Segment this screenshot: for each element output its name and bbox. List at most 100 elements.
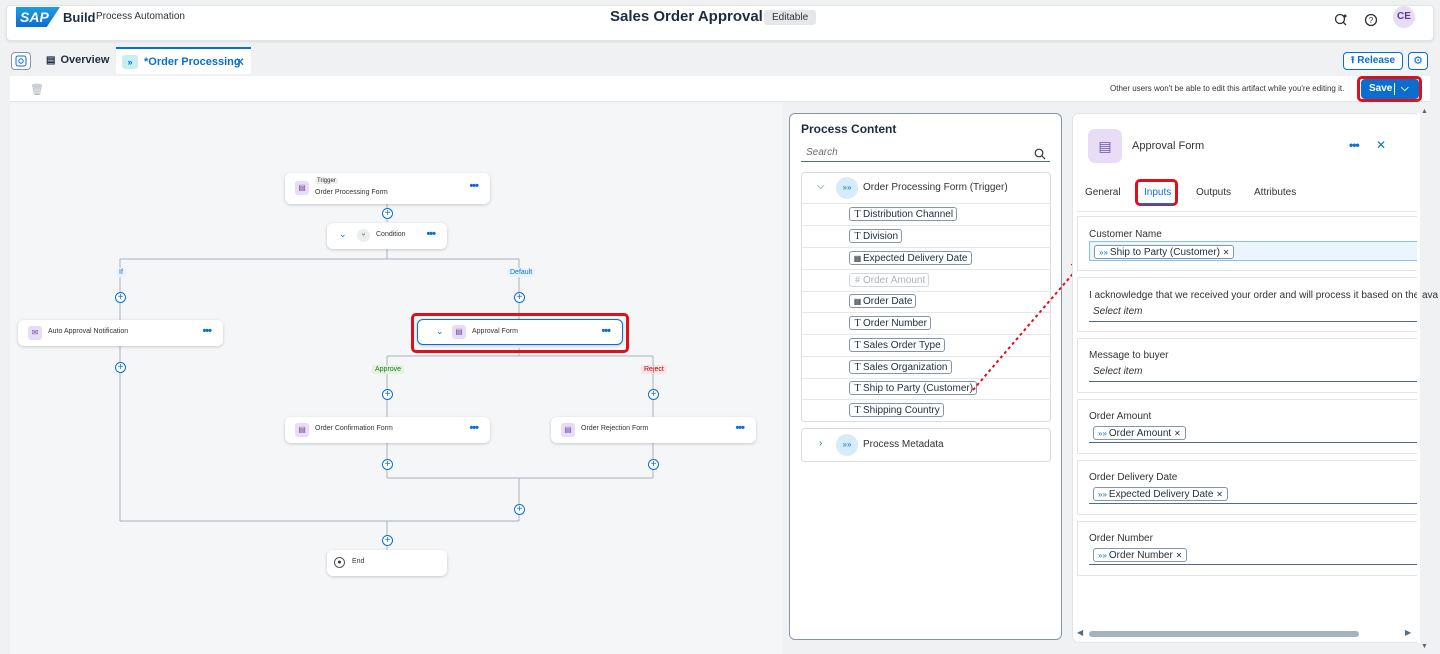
settings-gear-icon[interactable]: ⚙	[1408, 52, 1428, 70]
condition-label: Condition	[376, 231, 406, 238]
save-label: Save	[1369, 83, 1393, 94]
message-field[interactable]: Select item	[1089, 362, 1420, 382]
text-type-icon: T	[854, 383, 861, 394]
remove-token-icon[interactable]: ✕	[1216, 490, 1223, 499]
more-icon[interactable]: •••	[735, 422, 745, 434]
input-section-order-number: Order Number »» Order Number ✕	[1077, 521, 1420, 576]
more-icon[interactable]: •••	[469, 422, 479, 434]
input-label: Order Amount	[1089, 411, 1152, 422]
process-icon: »»	[1098, 490, 1107, 499]
chevron-down-icon[interactable]: ⌵	[1401, 79, 1409, 99]
mapped-token[interactable]: »» Order Number ✕	[1093, 548, 1188, 562]
tab-general[interactable]: General	[1085, 187, 1121, 198]
field-chip[interactable]: T Sales Order Type	[849, 338, 945, 352]
add-step-button[interactable]: +	[648, 459, 659, 470]
order-rejection-node[interactable]: ▤ Order Rejection Form •••	[551, 417, 756, 443]
input-section-order-amount: Order Amount »» Order Amount ✕	[1077, 399, 1420, 454]
field-chip[interactable]: T Shipping Country	[849, 403, 944, 417]
more-icon[interactable]: •••	[426, 228, 436, 240]
more-icon[interactable]: •••	[1349, 138, 1360, 152]
more-icon[interactable]: •••	[601, 325, 611, 337]
input-section-customer-name: Customer Name »» Ship to Party (Customer)…	[1077, 216, 1420, 271]
order-number-field[interactable]: »» Order Number ✕	[1089, 545, 1420, 565]
field-chip[interactable]: T Ship to Party (Customer)	[849, 381, 978, 395]
order-amount-field[interactable]: »» Order Amount ✕	[1089, 423, 1420, 443]
chevron-down-icon[interactable]: ⌵	[817, 181, 825, 192]
auto-approval-node[interactable]: ✉ Auto Approval Notification •••	[18, 320, 223, 346]
list-item[interactable]: T Shipping Country	[801, 400, 1051, 422]
select-placeholder: Select item	[1093, 306, 1143, 317]
condition-node[interactable]: ⌄ ⑂ Condition •••	[327, 223, 447, 249]
more-icon[interactable]: •••	[202, 325, 212, 337]
acknowledge-field[interactable]: Select item	[1089, 302, 1420, 322]
field-label: Shipping Country	[863, 405, 940, 416]
field-chip[interactable]: T Sales Organization	[849, 360, 952, 374]
end-node[interactable]: ● End	[327, 550, 447, 576]
field-chip[interactable]: T Order Number	[849, 316, 931, 330]
field-label: Order Date	[863, 296, 913, 307]
search-input[interactable]: Search	[801, 144, 1050, 162]
save-button[interactable]: Save ⌵	[1361, 79, 1419, 99]
more-icon[interactable]: •••	[469, 180, 479, 192]
add-step-button[interactable]: +	[382, 208, 393, 219]
calendar-icon: ▦	[853, 254, 862, 263]
scroll-left-icon[interactable]: ◀	[1077, 628, 1083, 637]
scroll-right-icon[interactable]: ▶	[1405, 628, 1411, 637]
field-chip[interactable]: ▦ Expected Delivery Date	[849, 251, 972, 265]
add-step-button[interactable]: +	[648, 389, 659, 400]
mapped-token[interactable]: »» Ship to Party (Customer) ✕	[1094, 245, 1235, 259]
details-title: Approval Form	[1132, 140, 1205, 152]
input-section-message: Message to buyer Select item	[1077, 338, 1420, 393]
reject-branch-label: Reject	[641, 365, 667, 374]
customer-name-field[interactable]: »» Ship to Party (Customer) ✕	[1089, 241, 1420, 261]
input-label: I acknowledge that we received your orde…	[1089, 290, 1439, 301]
chevron-down-icon[interactable]: ⌄	[436, 326, 444, 337]
scroll-up-icon[interactable]: ▲	[1421, 108, 1428, 115]
field-chip[interactable]: ▦ Order Date	[849, 294, 917, 308]
order-confirmation-node[interactable]: ▤ Order Confirmation Form •••	[285, 417, 490, 443]
delivery-date-field[interactable]: »» Expected Delivery Date ✕	[1089, 484, 1420, 504]
trigger-node[interactable]: ▤ Trigger Order Processing Form •••	[285, 173, 490, 204]
approval-form-node[interactable]: ⌄ ▤ Approval Form •••	[417, 319, 623, 345]
input-label: Order Number	[1089, 533, 1153, 544]
add-step-button[interactable]: +	[115, 292, 126, 303]
tab-inputs[interactable]: Inputs	[1144, 187, 1171, 198]
add-step-button[interactable]: +	[115, 362, 126, 373]
search-icon[interactable]	[1034, 147, 1046, 165]
field-chip[interactable]: T Distribution Channel	[849, 207, 958, 221]
field-label: Sales Order Type	[863, 340, 941, 351]
horizontal-scrollbar[interactable]: ◀ ▶	[1077, 628, 1415, 639]
add-step-button[interactable]: +	[382, 459, 393, 470]
remove-token-icon[interactable]: ✕	[1176, 551, 1183, 560]
release-button[interactable]: ⭱ Release	[1343, 52, 1403, 70]
mapped-token[interactable]: »» Order Amount ✕	[1093, 426, 1186, 440]
process-icon: »»	[836, 434, 858, 456]
avatar[interactable]: CE	[1393, 6, 1415, 28]
input-section-delivery-date: Order Delivery Date »» Expected Delivery …	[1077, 460, 1420, 515]
token-label: Order Number	[1108, 550, 1173, 561]
remove-token-icon[interactable]: ✕	[1223, 248, 1230, 257]
list-item[interactable]: T Distribution Channel	[801, 204, 1051, 226]
add-step-button[interactable]: +	[382, 535, 393, 546]
token-label: Ship to Party (Customer)	[1109, 247, 1220, 258]
scroll-down-icon[interactable]: ▼	[1421, 643, 1428, 650]
tab-outputs[interactable]: Outputs	[1196, 187, 1231, 198]
help-icon[interactable]: ?	[1362, 13, 1380, 31]
token-label: Order Amount	[1108, 428, 1172, 439]
chevron-down-icon[interactable]: ⌄	[339, 229, 347, 240]
scroll-thumb[interactable]	[1089, 631, 1359, 637]
chevron-right-icon[interactable]: ›	[819, 438, 822, 449]
field-chip[interactable]: T Division	[849, 229, 903, 243]
add-step-button[interactable]: +	[382, 389, 393, 400]
list-item[interactable]: T Division	[801, 226, 1051, 248]
tab-attributes[interactable]: Attributes	[1254, 187, 1296, 198]
remove-token-icon[interactable]: ✕	[1174, 429, 1181, 438]
metadata-group-label: Process Metadata	[863, 439, 944, 450]
joule-icon[interactable]	[1332, 13, 1350, 31]
close-icon[interactable]: ✕	[1376, 138, 1386, 152]
field-label: Expected Delivery Date	[863, 253, 968, 264]
add-step-button[interactable]: +	[514, 292, 525, 303]
add-step-button[interactable]: +	[514, 504, 525, 515]
mapped-token[interactable]: »» Expected Delivery Date ✕	[1093, 487, 1228, 501]
trigger-label: Order Processing Form	[315, 189, 388, 196]
